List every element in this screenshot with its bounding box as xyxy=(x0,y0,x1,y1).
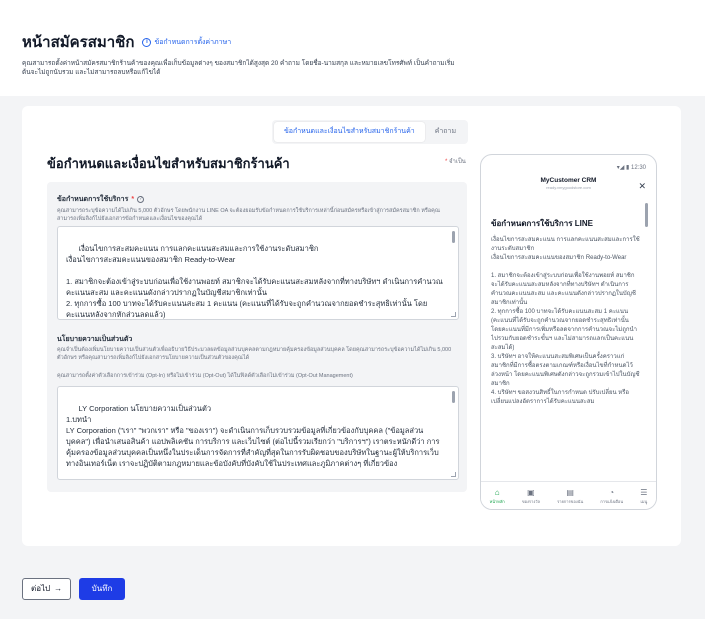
privacy-textarea[interactable]: LY Corporation นโยบายความเป็นส่วนตัว 1.บ… xyxy=(57,386,459,480)
next-button[interactable]: ต่อไป → xyxy=(22,578,72,600)
help-link[interactable]: i ข้อกำหนดการตั้งค่าภาษา xyxy=(142,37,231,48)
terms-scrollbar[interactable] xyxy=(452,231,455,243)
privacy-textarea-value: LY Corporation นโยบายความเป็นส่วนตัว 1.บ… xyxy=(66,404,440,468)
form-panel: ข้อกำหนดการใช้บริการ * ? คุณสามารถระบุข้อ… xyxy=(47,182,467,492)
nav-item-rewards[interactable]: ▣ ของรางวัล xyxy=(522,488,540,505)
phone-app-subtitle: ready.vmygoodstore.com xyxy=(546,185,591,190)
terms-textarea[interactable]: เงื่อนไขการสะสมคะแนน การแลกคะแนนสะสมและก… xyxy=(57,226,459,320)
terms-label: ข้อกำหนดการใช้บริการ * ? xyxy=(57,194,145,205)
list-icon: ▤ xyxy=(566,488,574,497)
privacy-description: คุณจำเป็นต้องเพิ่มนโยบายความเป็นส่วนตัวเ… xyxy=(57,347,452,361)
phone-terms-title: ข้อกำหนดการใช้บริการ LINE xyxy=(491,219,593,228)
opt-note: คุณสามารถตั้งค่าตัวเลือกการเข้าร่วม (Opt… xyxy=(57,373,353,379)
privacy-scrollbar[interactable] xyxy=(452,391,455,403)
info-icon: i xyxy=(142,37,152,47)
phone-time: 12:30 xyxy=(630,165,646,171)
nav-item-my-items[interactable]: ▤ รายการของฉัน xyxy=(557,488,583,505)
required-note: * จำเป็น xyxy=(445,156,466,166)
phone-content: ข้อกำหนดการใช้บริการ LINE เงื่อนไขการสะส… xyxy=(491,217,641,459)
terms-description: คุณสามารถระบุข้อความได้ไม่เกิน 5,000 ตัว… xyxy=(57,208,440,222)
nav-label: เมนู xyxy=(640,499,648,504)
terms-textarea-value: เงื่อนไขการสะสมคะแนน การแลกคะแนนสะสมและก… xyxy=(66,244,443,319)
home-icon: ⌂ xyxy=(494,488,500,497)
save-button[interactable]: บันทึก xyxy=(79,578,125,600)
phone-status-bar: ▾◢ ▮ 12:30 xyxy=(616,165,646,171)
page-title: หน้าสมัครสมาชิก xyxy=(22,34,135,51)
required-star: * xyxy=(445,159,448,165)
page-title-row: หน้าสมัครสมาชิก i ข้อกำหนดการตั้งค่าภาษา xyxy=(22,30,231,54)
nav-item-home[interactable]: ⌂ หน้าหลัก xyxy=(490,488,505,505)
phone-bottom-nav: ⌂ หน้าหลัก ▣ ของรางวัล ▤ รายการของฉัน ◔ … xyxy=(481,481,656,509)
required-note-label: จำเป็น xyxy=(449,159,466,165)
help-link-label: ข้อกำหนดการตั้งค่าภาษา xyxy=(154,38,232,46)
page-description: คุณสามารถตั้งค่าหน้าสมัครสมาชิกร้านค้าขอ… xyxy=(22,60,455,76)
nav-item-notifications[interactable]: ◔ การแจ้งเตือน xyxy=(600,488,623,505)
arrow-right-icon: → xyxy=(54,584,63,593)
tab-questions[interactable]: คำถาม xyxy=(425,122,466,142)
nav-label: รายการของฉัน xyxy=(557,499,584,504)
settings-card: ข้อกำหนดและเงื่อนไขสำหรับสมาชิกร้านค้า ค… xyxy=(22,106,681,546)
phone-scrollbar[interactable] xyxy=(645,203,648,227)
nav-label: การแจ้งเตือน xyxy=(600,499,624,504)
privacy-resize-handle[interactable] xyxy=(451,472,456,477)
close-icon[interactable]: ✕ xyxy=(638,181,646,192)
phone-preview: ▾◢ ▮ 12:30 MyCustomer CRM ready.vmygoods… xyxy=(480,154,657,510)
nav-label: หน้าหลัก xyxy=(489,499,505,504)
nav-item-menu[interactable]: ☰ เมนู xyxy=(640,488,647,505)
page-header: หน้าสมัครสมาชิก i ข้อกำหนดการตั้งค่าภาษา… xyxy=(0,0,705,96)
menu-icon: ☰ xyxy=(640,488,648,497)
bell-icon: ◔ xyxy=(609,488,615,497)
tab-bar: ข้อกำหนดและเงื่อนไขสำหรับสมาชิกร้านค้า ค… xyxy=(272,120,469,144)
required-star: * xyxy=(131,196,135,203)
privacy-label-text: นโยบายความเป็นส่วนตัว xyxy=(57,336,133,343)
gift-icon: ▣ xyxy=(527,488,535,497)
privacy-label: นโยบายความเป็นส่วนตัว xyxy=(57,334,132,345)
terms-resize-handle[interactable] xyxy=(451,312,456,317)
phone-app-header: MyCustomer CRM ready.vmygoodstore.com xyxy=(481,177,656,190)
nav-label: ของรางวัล xyxy=(521,499,540,504)
phone-terms-text: เงื่อนไขการสะสมคะแนน การแลกคะแนนสะสมและก… xyxy=(491,237,640,405)
tab-terms[interactable]: ข้อกำหนดและเงื่อนไขสำหรับสมาชิกร้านค้า xyxy=(274,122,425,142)
help-icon[interactable]: ? xyxy=(137,196,145,203)
next-button-label: ต่อไป xyxy=(31,584,51,593)
phone-app-title: MyCustomer CRM xyxy=(540,177,597,184)
terms-label-text: ข้อกำหนดการใช้บริการ xyxy=(57,196,129,203)
section-title: ข้อกำหนดและเงื่อนไขสำหรับสมาชิกร้านค้า xyxy=(47,156,290,171)
